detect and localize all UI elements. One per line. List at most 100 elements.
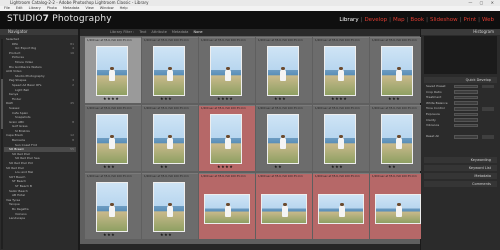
beach-photo-thumbnail[interactable]: [267, 46, 299, 96]
quick-develop-control[interactable]: [454, 118, 478, 122]
menu-photo[interactable]: Photo: [47, 6, 57, 10]
quick-develop-control[interactable]: [454, 84, 478, 89]
module-develop[interactable]: Develop: [364, 17, 387, 23]
quick-develop-control[interactable]: [454, 95, 478, 100]
star-rating[interactable]: ★★★★: [217, 164, 233, 169]
menu-metadata[interactable]: Metadata: [63, 6, 80, 10]
thumbnail-cell[interactable]: 1/400 sec at f/5.6, ISO 100 35 mm: [199, 173, 255, 239]
beach-photo-thumbnail[interactable]: [204, 194, 250, 224]
filter-none[interactable]: None: [193, 30, 202, 34]
star-rating[interactable]: ★★★★: [331, 96, 347, 101]
star-rating[interactable]: ★★★★: [217, 96, 233, 101]
quick-develop-row[interactable]: White Balance: [424, 101, 497, 106]
thumbnail-cell[interactable]: 1/400 sec at f/5.6, ISO 100 35 mm ★★★★: [199, 105, 255, 171]
star-rating[interactable]: ★★: [160, 164, 168, 169]
menu-view[interactable]: View: [85, 6, 93, 10]
beach-photo-thumbnail[interactable]: [381, 114, 413, 164]
star-rating[interactable]: ★★★: [274, 96, 286, 101]
star-rating[interactable]: ★★★★: [103, 96, 119, 101]
beach-photo-thumbnail[interactable]: [324, 114, 356, 164]
quick-develop-row[interactable]: Clarity: [424, 118, 497, 123]
star-rating[interactable]: ★★★: [388, 96, 400, 101]
beach-photo-thumbnail[interactable]: [267, 114, 299, 164]
star-rating[interactable]: ★★★: [331, 164, 343, 169]
beach-photo-thumbnail[interactable]: [153, 114, 185, 164]
beach-photo-thumbnail[interactable]: [153, 182, 185, 232]
module-library[interactable]: Library: [339, 17, 358, 23]
beach-photo-thumbnail[interactable]: [210, 46, 242, 96]
module-web[interactable]: Web: [482, 17, 494, 23]
beach-photo-thumbnail[interactable]: [96, 46, 128, 96]
beach-photo-thumbnail[interactable]: [96, 182, 128, 232]
beach-photo-thumbnail[interactable]: [153, 46, 185, 96]
quick-develop-row[interactable]: Treatment: [424, 95, 497, 100]
quick-develop-row[interactable]: Crop Ratio: [424, 90, 497, 95]
beach-photo-thumbnail[interactable]: [375, 194, 421, 224]
filter-metadata[interactable]: Metadata: [172, 30, 189, 34]
module-map[interactable]: Map: [393, 17, 405, 23]
menu-help[interactable]: Help: [120, 6, 128, 10]
thumbnail-cell[interactable]: 1/400 sec at f/5.6, ISO 100 35 mm ★★★: [256, 37, 312, 103]
quick-develop-button[interactable]: [482, 84, 494, 89]
thumbnail-cell[interactable]: 1/400 sec at f/5.6, ISO 100 35 mm: [313, 173, 369, 239]
thumbnail-cell[interactable]: 1/400 sec at f/5.6, ISO 100 35 mm ★★: [256, 105, 312, 171]
quick-develop-control[interactable]: [454, 101, 478, 105]
star-rating[interactable]: ★★: [388, 164, 396, 169]
thumbnail-cell[interactable]: 1/400 sec at f/5.6, ISO 100 35 mm: [256, 173, 312, 239]
quick-develop-row[interactable]: Saved Preset: [424, 84, 497, 89]
quick-develop-header[interactable]: Quick Develop: [424, 77, 497, 83]
thumbnail-cell[interactable]: 1/400 sec at f/5.6, ISO 100 35 mm ★★★: [85, 173, 141, 239]
quick-develop-control[interactable]: [454, 90, 478, 94]
menu-edit[interactable]: Edit: [16, 6, 23, 10]
comments-header[interactable]: Comments: [424, 181, 497, 187]
quick-develop-button[interactable]: [482, 106, 494, 111]
module-book[interactable]: Book: [410, 17, 424, 23]
star-rating[interactable]: ★★: [274, 164, 282, 169]
quick-develop-button[interactable]: [482, 134, 494, 139]
menu-window[interactable]: Window: [100, 6, 114, 10]
menu-library[interactable]: Library: [29, 6, 41, 10]
thumbnail-cell[interactable]: 1/400 sec at f/5.6, ISO 100 35 mm: [370, 173, 426, 239]
folder-item[interactable]: Landscape: [4, 216, 76, 221]
thumbnail-cell[interactable]: 1/400 sec at f/5.6, ISO 100 35 mm ★★★: [142, 37, 198, 103]
navigator-header[interactable]: Navigator: [0, 29, 78, 35]
thumbnail-cell[interactable]: 1/400 sec at f/5.6, ISO 100 35 mm ★★★★: [199, 37, 255, 103]
thumbnail-cell[interactable]: 1/400 sec at f/5.6, ISO 100 35 mm ★★★★: [85, 37, 141, 103]
quick-develop-row[interactable]: Vibrance: [424, 123, 497, 128]
module-print[interactable]: Print: [463, 17, 476, 23]
star-rating[interactable]: ★★★: [103, 164, 115, 169]
thumbnail-cell[interactable]: 1/400 sec at f/5.6, ISO 100 35 mm ★★★★: [313, 37, 369, 103]
beach-photo-thumbnail[interactable]: [210, 114, 242, 164]
quick-develop-control[interactable]: [454, 123, 478, 128]
beach-photo-thumbnail[interactable]: [261, 194, 307, 224]
thumbnail-cell[interactable]: 1/400 sec at f/5.6, ISO 100 35 mm ★★★: [85, 105, 141, 171]
star-rating[interactable]: ★★★: [103, 232, 115, 237]
module-slideshow[interactable]: Slideshow: [430, 17, 458, 23]
quick-develop-control[interactable]: [454, 106, 478, 111]
quick-develop-row[interactable]: Reset All: [424, 134, 497, 139]
keyword-list-header[interactable]: Keyword List: [424, 165, 497, 171]
filter-text[interactable]: Text: [139, 30, 146, 34]
thumbnail-cell[interactable]: 1/400 sec at f/5.6, ISO 100 35 mm ★★★: [142, 173, 198, 239]
star-rating[interactable]: ★★★: [160, 96, 172, 101]
beach-photo-thumbnail[interactable]: [381, 46, 413, 96]
keywording-header[interactable]: Keywording: [424, 157, 497, 163]
quick-develop-row[interactable]: Tone Control: [424, 106, 497, 111]
beach-photo-thumbnail[interactable]: [318, 194, 364, 224]
histogram-header[interactable]: Histogram: [421, 29, 500, 35]
filter-attribute[interactable]: Attribute: [151, 30, 166, 34]
quick-develop-control[interactable]: [454, 134, 478, 139]
beach-photo-thumbnail[interactable]: [96, 114, 128, 164]
star-rating[interactable]: ★★★: [160, 232, 172, 237]
quick-develop-control[interactable]: [454, 112, 478, 117]
quick-develop-row[interactable]: Exposure: [424, 112, 497, 117]
metadata-header[interactable]: Metadata: [424, 173, 497, 179]
beach-photo-thumbnail[interactable]: [324, 46, 356, 96]
quick-develop-row[interactable]: [424, 129, 497, 134]
left-scrollbar[interactable]: [1, 39, 3, 249]
thumbnail-cell[interactable]: 1/400 sec at f/5.6, ISO 100 35 mm ★★: [370, 105, 426, 171]
thumbnail-cell[interactable]: 1/400 sec at f/5.6, ISO 100 35 mm ★★: [142, 105, 198, 171]
menu-file[interactable]: File: [4, 6, 10, 10]
thumbnail-cell[interactable]: 1/400 sec at f/5.6, ISO 100 35 mm ★★★: [370, 37, 426, 103]
thumbnail-cell[interactable]: 1/400 sec at f/5.6, ISO 100 35 mm ★★★: [313, 105, 369, 171]
